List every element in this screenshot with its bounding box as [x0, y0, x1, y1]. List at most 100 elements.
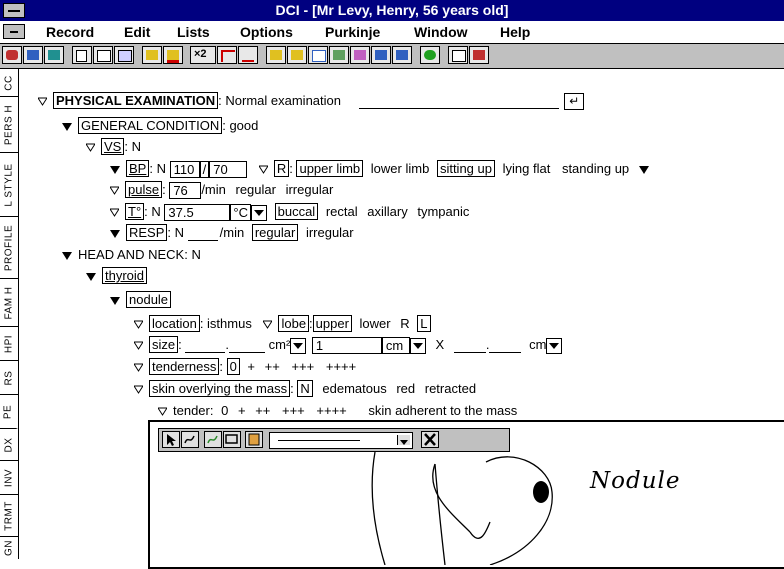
size-length-field[interactable]: 1	[311, 337, 382, 355]
skin-option-red[interactable]: red	[396, 381, 415, 396]
bp-option-sitting-up[interactable]: sitting up	[436, 160, 495, 177]
page-icon[interactable]	[72, 46, 92, 64]
tenderness-option-2[interactable]: ++	[265, 359, 280, 374]
location-label[interactable]: location	[149, 315, 200, 332]
tender-label[interactable]: tender	[173, 403, 210, 418]
temperature-normal[interactable]: N	[151, 204, 160, 219]
expand-icon[interactable]	[110, 296, 120, 305]
temperature-option-axillary[interactable]: axillary	[367, 204, 407, 219]
tab-cc[interactable]: CC	[0, 69, 18, 97]
collapse-icon[interactable]	[38, 97, 47, 106]
tab-gn[interactable]: GN	[0, 537, 18, 559]
resp-value-field[interactable]	[187, 227, 218, 241]
collapse-icon[interactable]	[134, 341, 143, 350]
tenderness-option-1[interactable]: +	[247, 359, 255, 374]
bar-chart-icon[interactable]	[371, 46, 391, 64]
collapse-icon[interactable]	[258, 165, 268, 174]
list-red-icon[interactable]	[238, 46, 258, 64]
multiply-icon[interactable]: ×2	[190, 46, 216, 64]
tenderness-option-0[interactable]: 0	[226, 358, 240, 375]
document-menu-icon[interactable]	[3, 24, 25, 39]
skin-option-n[interactable]: N	[297, 380, 313, 397]
collapse-icon[interactable]	[110, 208, 119, 217]
side-option-l[interactable]: L	[417, 315, 431, 332]
pulse-value-field[interactable]: 76	[169, 182, 202, 200]
eraser-tool-icon[interactable]	[245, 431, 263, 448]
physical-exam-input[interactable]	[358, 95, 559, 109]
tab-profile[interactable]: PROFILE	[0, 217, 18, 279]
skin-label[interactable]: skin overlying the mass	[149, 380, 291, 397]
lobe-label[interactable]: lobe	[278, 315, 310, 332]
graph-icon[interactable]	[329, 46, 349, 64]
tender-option-1[interactable]: +	[238, 403, 246, 418]
results-icon[interactable]	[266, 46, 286, 64]
close-drawing-icon[interactable]	[421, 431, 439, 448]
general-condition-label[interactable]: GENERAL CONDITION	[78, 117, 223, 134]
prescription-icon[interactable]	[163, 46, 183, 64]
size-label[interactable]: size	[149, 336, 179, 353]
pulse-option-irregular[interactable]: irregular	[286, 182, 334, 197]
tab-fam-h[interactable]: FAM H	[0, 279, 18, 327]
temperature-label[interactable]: T°	[125, 203, 145, 220]
line-width-dropdown-icon[interactable]	[397, 435, 410, 445]
tab-trmt[interactable]: TRMT	[0, 495, 18, 537]
info-icon[interactable]	[420, 46, 440, 64]
tab-pers-h[interactable]: PERS H	[0, 97, 18, 153]
size-width-decimal-field[interactable]	[489, 339, 522, 353]
size-width-unit-dropdown[interactable]	[546, 337, 563, 354]
pen-tool-icon[interactable]	[181, 431, 199, 448]
bp-option-lower-limb[interactable]: lower limb	[371, 161, 430, 176]
freehand-tool-icon[interactable]	[204, 431, 222, 448]
expand-icon[interactable]	[62, 251, 72, 260]
head-neck-label[interactable]: HEAD AND NECK	[78, 247, 184, 262]
tab-l-style[interactable]: L STYLE	[0, 153, 18, 217]
bp-option-standing-up[interactable]: standing up	[562, 161, 629, 176]
resp-normal[interactable]: N	[175, 225, 184, 240]
exit-icon[interactable]	[469, 46, 489, 64]
vs-label[interactable]: VS	[101, 138, 125, 155]
line-width-select[interactable]	[269, 432, 413, 449]
resp-option-regular[interactable]: regular	[251, 224, 299, 241]
rectangle-tool-icon[interactable]	[223, 431, 241, 448]
temperature-option-rectal[interactable]: rectal	[326, 204, 358, 219]
phone-icon[interactable]	[2, 46, 22, 64]
resp-label[interactable]: RESP	[126, 224, 168, 241]
size-area-decimal-field[interactable]	[228, 339, 265, 353]
tab-pe[interactable]: PE	[0, 395, 18, 429]
menu-lists[interactable]: Lists	[177, 24, 210, 40]
size-area-integer-field[interactable]	[185, 339, 226, 353]
tender-option-2[interactable]: ++	[255, 403, 270, 418]
bp-label[interactable]: BP	[126, 160, 150, 177]
bp-option-upper-limb[interactable]: upper limb	[296, 160, 364, 177]
bp-option-lying-flat[interactable]: lying flat	[503, 161, 551, 176]
size-length-unit-dropdown[interactable]	[409, 337, 426, 354]
expand-icon[interactable]	[62, 122, 72, 131]
tender-option-0[interactable]: 0	[221, 403, 228, 418]
tab-rs[interactable]: RS	[0, 361, 18, 395]
resp-option-irregular[interactable]: irregular	[306, 225, 354, 240]
collapse-icon[interactable]	[158, 407, 167, 416]
bp-side-label[interactable]: R	[273, 160, 290, 177]
pulse-option-regular[interactable]: regular	[236, 182, 276, 197]
lobe-option-upper[interactable]: upper	[312, 315, 352, 332]
drawing-window[interactable]: Nodule	[148, 420, 784, 569]
expand-icon[interactable]	[638, 165, 649, 174]
nodule-label[interactable]: nodule	[126, 291, 172, 308]
new-record-icon[interactable]	[23, 46, 43, 64]
pointer-tool-icon[interactable]	[162, 431, 180, 448]
expand-icon[interactable]	[86, 272, 96, 281]
location-value[interactable]: isthmus	[207, 316, 252, 331]
size-area-unit-dropdown[interactable]	[290, 337, 307, 354]
tender-option-4[interactable]: ++++	[316, 403, 346, 418]
stats-icon[interactable]	[392, 46, 412, 64]
expand-icon[interactable]	[110, 165, 120, 174]
tab-hpi[interactable]: HPI	[0, 327, 18, 361]
size-width-integer-field[interactable]	[453, 339, 486, 353]
save-icon[interactable]	[44, 46, 64, 64]
lobe-option-lower[interactable]: lower	[360, 316, 391, 331]
collapse-icon[interactable]	[134, 363, 143, 372]
collapse-icon[interactable]	[263, 320, 273, 329]
tab-dx[interactable]: DX	[0, 429, 18, 461]
tender-option-3[interactable]: +++	[282, 403, 305, 418]
trend-icon[interactable]	[350, 46, 370, 64]
